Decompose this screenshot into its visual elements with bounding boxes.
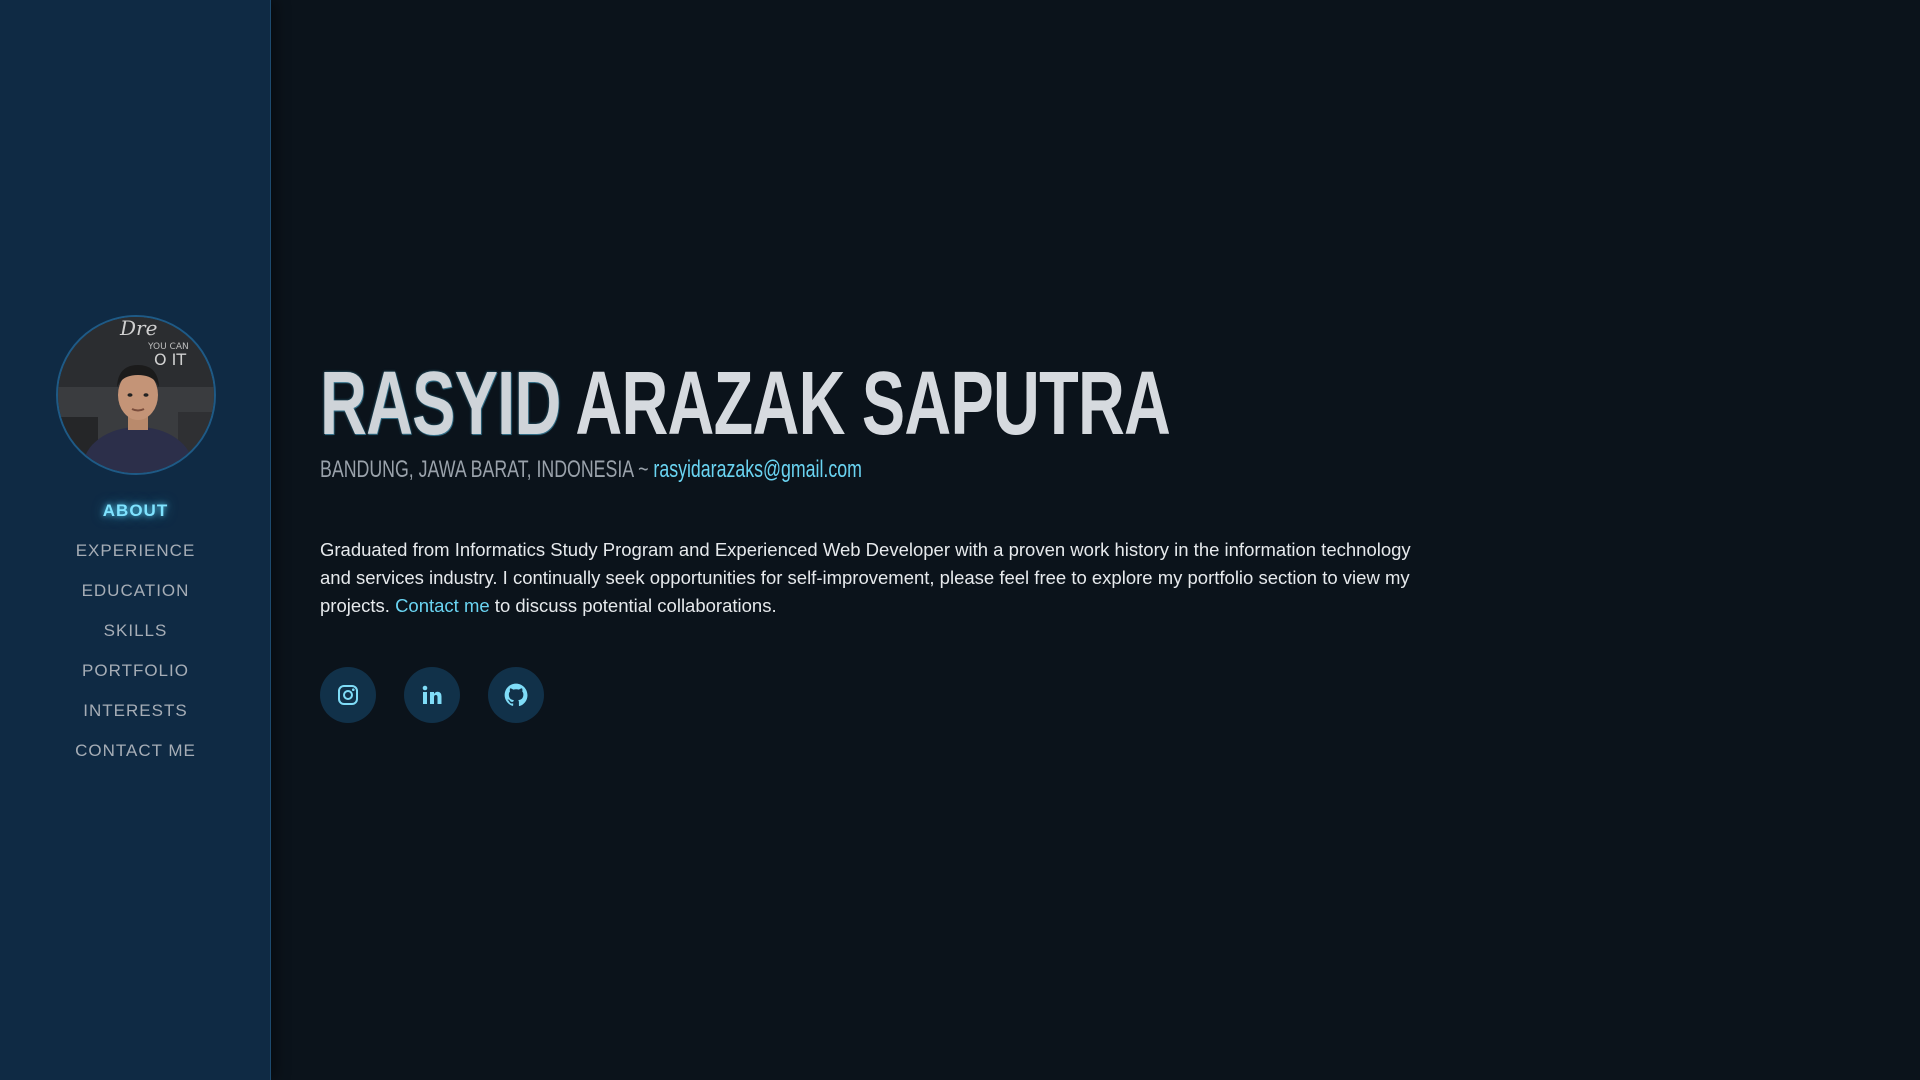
nav-item-portfolio[interactable]: PORTFOLIO	[0, 651, 271, 691]
github-button[interactable]	[488, 667, 544, 723]
page-title: RASYID ARAZAK SAPUTRA	[320, 354, 1171, 454]
linkedin-button[interactable]	[404, 667, 460, 723]
avatar: Dre YOU CAN O IT	[56, 315, 216, 475]
contact-me-link[interactable]: Contact me	[395, 595, 490, 616]
sidebar: Dre YOU CAN O IT ABOUT EXPERIENCE EDUCAT…	[0, 0, 271, 1080]
social-links	[320, 667, 544, 723]
profile-photo: Dre YOU CAN O IT	[58, 317, 214, 473]
last-name: ARAZAK SAPUTRA	[560, 354, 1171, 454]
instagram-icon	[338, 685, 358, 705]
nav-item-education[interactable]: EDUCATION	[0, 571, 271, 611]
location-text: BANDUNG, JAWA BARAT, INDONESIA ~	[320, 456, 654, 483]
svg-text:Dre: Dre	[119, 317, 157, 340]
about-text-tail: to discuss potential collaborations.	[489, 595, 777, 616]
linkedin-icon	[422, 685, 442, 704]
github-icon	[504, 683, 528, 707]
svg-text:O IT: O IT	[154, 350, 186, 369]
main-content: RASYID ARAZAK SAPUTRA BANDUNG, JAWA BARA…	[320, 0, 1820, 1080]
instagram-button[interactable]	[320, 667, 376, 723]
email-link[interactable]: rasyidarazaks@gmail.com	[653, 456, 862, 483]
nav-item-experience[interactable]: EXPERIENCE	[0, 531, 271, 571]
nav-item-contact[interactable]: CONTACT ME	[0, 731, 271, 771]
nav-item-skills[interactable]: SKILLS	[0, 611, 271, 651]
location-line: BANDUNG, JAWA BARAT, INDONESIA ~ rasyida…	[320, 456, 862, 484]
nav-item-about[interactable]: ABOUT	[0, 491, 271, 531]
about-paragraph: Graduated from Informatics Study Program…	[320, 536, 1440, 620]
first-name: RASYID	[320, 354, 561, 454]
sidebar-nav: ABOUT EXPERIENCE EDUCATION SKILLS PORTFO…	[0, 491, 271, 771]
nav-item-interests[interactable]: INTERESTS	[0, 691, 271, 731]
